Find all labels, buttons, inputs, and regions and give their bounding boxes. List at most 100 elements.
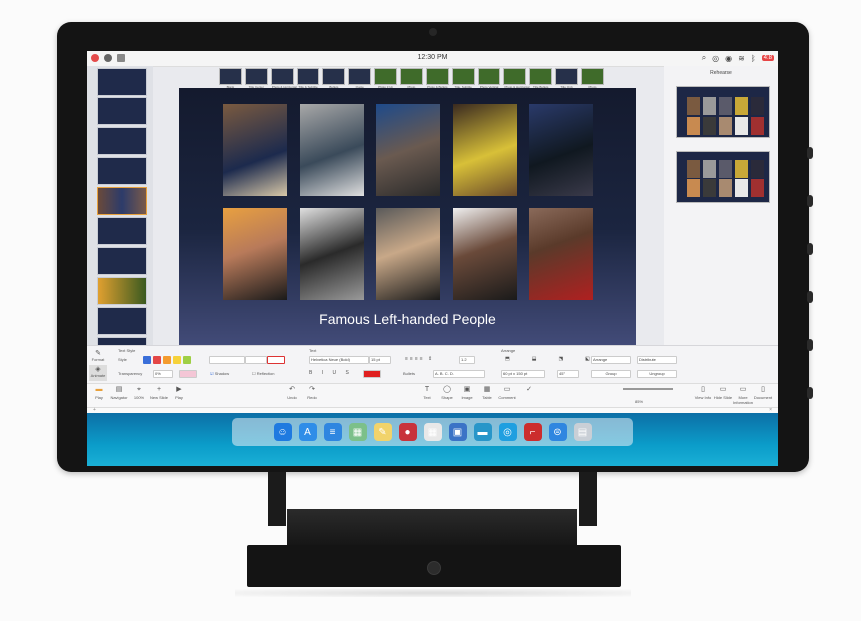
new-slide-button[interactable]: + New Slide [149,385,169,400]
style-dropdown[interactable] [209,356,245,364]
color-swatch-red[interactable] [153,356,161,364]
layout-thumbnail[interactable]: Title & Subtitle [296,68,320,89]
search-icon[interactable]: ⌕ [702,53,706,63]
bluetooth-icon[interactable]: ᛒ [751,54,756,63]
layout-thumbnail[interactable]: Blank [219,68,242,89]
layout-thumbnail[interactable]: Photo Vertical [477,68,501,89]
photos-icon[interactable]: ▦ [348,423,367,441]
arrange-dropdown[interactable]: Arrange [591,356,631,364]
current-slide-preview[interactable] [676,86,770,138]
preview-icon[interactable]: ▣ [448,423,467,441]
zoom-button[interactable]: ⌖ 100% [129,385,149,400]
zoom-slider[interactable] [623,388,673,390]
redo-button[interactable]: ↷ Redo [302,385,322,400]
slide-thumbnail[interactable] [97,157,147,185]
table-tool[interactable]: ▦ Table [477,385,497,400]
notification-icon[interactable]: ◎ [712,54,719,63]
color-swatch-orange[interactable] [163,356,171,364]
power-button[interactable] [427,561,441,575]
wifi-icon[interactable]: ≋ [738,54,745,63]
ungroup-button[interactable]: Ungroup [637,370,677,378]
border-width-input[interactable] [245,356,267,364]
text-tool[interactable]: T Text [417,385,437,400]
undo-button[interactable]: ↶ Undo [282,385,302,400]
color-swatch-yellow[interactable] [173,356,181,364]
portrait-photo[interactable] [300,208,364,300]
portrait-photo[interactable] [376,104,440,196]
layout-thumbnail[interactable]: Quote [348,68,372,89]
portrait-photo[interactable] [529,104,593,196]
view-info-button[interactable]: ▯ View Info [693,385,713,400]
bold-italic-underline-buttons[interactable]: B I U S [309,370,353,376]
portrait-photo[interactable] [300,104,364,196]
fill-color-well[interactable] [179,370,197,378]
layout-thumbnail[interactable]: Photo & Horizontal [270,68,297,89]
play-button[interactable]: ▬ Play [89,385,109,400]
slide-thumbnail[interactable] [97,337,147,345]
layout-thumbnail[interactable]: Photo & Bullets [425,68,449,89]
layout-thumbnail[interactable]: Title Bullets [529,68,553,89]
slide-thumbnail[interactable] [97,127,147,155]
distribute-dropdown[interactable]: Distribute [637,356,677,364]
document-button[interactable]: ▯ Document [753,385,773,400]
line-spacing-input[interactable]: 1.2 [459,356,475,364]
calendar-icon[interactable]: ▦ [423,423,442,441]
notes-icon[interactable]: ✎ [373,423,392,441]
font-name-dropdown[interactable]: Helvetica Neue (Bold) [309,356,369,364]
portrait-photo[interactable] [453,104,517,196]
mail-icon[interactable]: ⊜ [548,423,567,441]
portrait-photo[interactable] [223,208,287,300]
portrait-photo[interactable] [223,104,287,196]
font-size-input[interactable]: 15 pt [369,356,391,364]
tab-format[interactable]: ✎ Format [91,349,105,362]
image-tool[interactable]: ▣ Image [457,385,477,400]
group-button[interactable]: Group [591,370,631,378]
app-store-icon[interactable]: A [298,423,317,441]
slide-thumbnail[interactable] [97,68,147,96]
slide-title[interactable]: Famous Left-handed People [179,311,636,327]
browser-icon[interactable]: ◎ [498,423,517,441]
more-info-button[interactable]: ▭ More Information [733,385,753,405]
layout-thumbnail[interactable]: Photo & Horizontal [503,68,529,89]
play-slideshow-button[interactable]: ▶ Play [169,385,189,400]
slide-thumbnail[interactable] [97,97,147,125]
next-slide-preview[interactable] [676,151,770,203]
size-input[interactable]: 60 pt x 150 pt [501,370,545,378]
angle-input[interactable]: 45° [557,370,579,378]
slide-thumbnail-selected[interactable] [97,187,147,215]
slide-thumbnail[interactable] [97,247,147,275]
trash-icon[interactable]: ▤ [573,423,592,441]
layout-thumbnail[interactable]: Photo [581,68,604,89]
comment-tool[interactable]: ▭ Comment [497,385,517,400]
navigator-button[interactable]: ▤ Navigator [109,385,129,400]
battery-icon[interactable]: 4:8 [761,55,774,61]
layout-thumbnail[interactable]: Title Center [244,68,268,89]
border-color-well[interactable] [267,356,285,364]
alignment-buttons[interactable]: ≡≡≡≡ ⇕ [405,356,434,362]
text-color-well[interactable] [363,370,381,378]
presentation-icon[interactable]: ⌐ [523,423,542,441]
portrait-photo[interactable] [529,208,593,300]
layout-thumbnail[interactable]: Title Only [555,68,579,89]
finder-icon[interactable]: ☺ [273,423,292,441]
tab-animate[interactable]: ◈ Animate [89,365,107,381]
shape-tool[interactable]: ◯ Shape [437,385,457,400]
slide-thumbnail[interactable] [97,217,147,245]
slide-thumbnail[interactable] [97,307,147,335]
portrait-photo[interactable] [453,208,517,300]
folder-icon[interactable]: ▬ [473,423,492,441]
portrait-photo[interactable] [376,208,440,300]
layout-thumbnail[interactable]: Bullets [322,68,346,89]
launcher-icon[interactable]: ≡ [323,423,342,441]
color-swatch-blue[interactable] [143,356,151,364]
control-center-icon[interactable]: ◉ [725,54,732,63]
slide-thumbnail[interactable] [97,277,147,305]
layout-thumbnail[interactable]: Title, Subtitle [451,68,475,89]
check-button[interactable]: ✓ [519,385,539,395]
music-icon[interactable]: ● [398,423,417,441]
layout-thumbnail[interactable]: Photo 3 Up [374,68,398,89]
layout-thumbnail[interactable]: Photo [400,68,423,89]
transparency-input[interactable]: 0% [153,370,173,378]
hide-slide-button[interactable]: ▭ Hide Slide [713,385,733,400]
slide-canvas[interactable]: Famous Left-handed People [179,88,636,345]
